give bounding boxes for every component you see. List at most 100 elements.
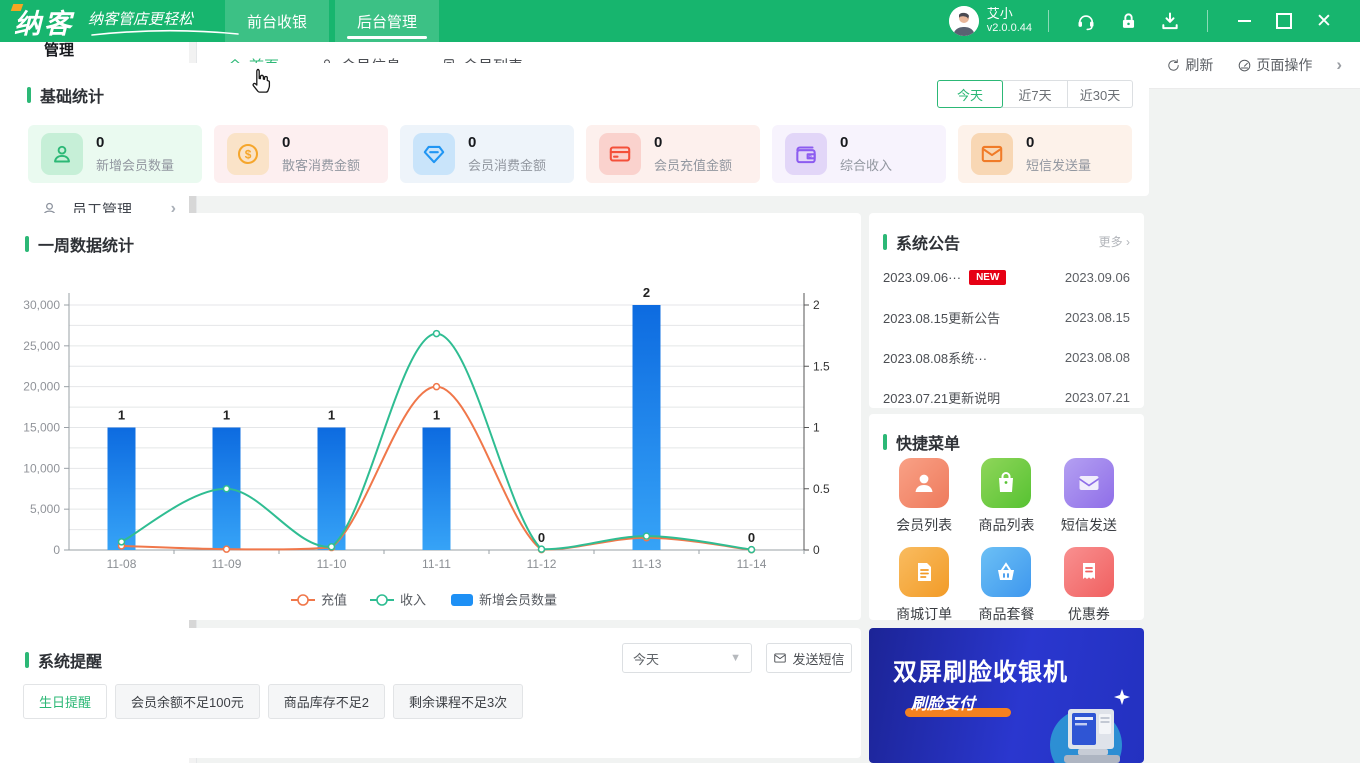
avatar-image [949, 6, 979, 36]
user-info: 艾小 v2.0.0.44 [987, 7, 1032, 35]
section-title-text: 基础统计 [40, 83, 104, 107]
svg-text:15,000: 15,000 [23, 421, 60, 435]
weekly-combo-chart[interactable]: 05,00010,00015,00020,00025,00030,00000.5… [21, 268, 851, 616]
notice-more-link[interactable]: 更多 › [1099, 233, 1130, 250]
close-button[interactable]: ✕ [1309, 6, 1339, 36]
tag-low-course[interactable]: 剩余课程不足3次 [393, 684, 523, 719]
coupon-icon [1064, 547, 1114, 597]
section-title-quick: 快捷菜单 [883, 430, 960, 454]
section-title-notice: 系统公告 [883, 230, 960, 254]
stat-value: 0 [282, 134, 360, 151]
svg-text:1: 1 [328, 408, 335, 423]
svg-text:11-13: 11-13 [632, 557, 662, 571]
dollar-coin-icon: $ [227, 133, 269, 175]
svg-text:1.5: 1.5 [813, 359, 830, 373]
quick-menu-grid: 会员列表 商品列表 短信发送 商城订单 商品套餐 优惠券 [883, 458, 1130, 624]
app-version: v2.0.0.44 [987, 22, 1032, 35]
section-title-text: 快捷菜单 [896, 430, 960, 454]
quick-label: 短信发送 [1061, 515, 1117, 535]
send-sms-label: 发送短信 [792, 649, 844, 668]
app-window: 纳客 纳客管店更轻松 前台收银 后台管理 艾小 v2.0.0.44 [0, 0, 1360, 763]
svg-text:0: 0 [53, 543, 60, 557]
range-30days-button[interactable]: 近30天 [1067, 80, 1133, 108]
nav-backend-admin[interactable]: 后台管理 [335, 0, 439, 42]
nav-front-cashier[interactable]: 前台收银 [225, 0, 329, 42]
quick-member-list[interactable]: 会员列表 [896, 458, 952, 535]
section-title-text: 一周数据统计 [38, 232, 134, 256]
shopping-bag-icon [981, 458, 1031, 508]
reminder-date-select[interactable]: 今天 ▼ [622, 643, 752, 673]
divider [1048, 10, 1049, 32]
notice-item[interactable]: 2023.09.06··· NEW 2023.09.06 [883, 257, 1130, 297]
send-sms-button[interactable]: 发送短信 [766, 643, 852, 673]
new-badge: NEW [969, 270, 1006, 285]
svg-text:11-11: 11-11 [422, 557, 451, 571]
quick-label: 商品套餐 [978, 604, 1034, 624]
page-ops-button[interactable]: 页面操作 [1237, 55, 1312, 75]
brand-logo: 纳客 [14, 2, 74, 41]
avatar[interactable] [949, 6, 979, 36]
stat-label: 短信发送量 [1026, 155, 1091, 174]
lock-icon[interactable] [1118, 11, 1138, 31]
tag-low-balance[interactable]: 会员余额不足100元 [115, 684, 260, 719]
svg-text:$: $ [245, 148, 252, 162]
notice-text: 2023.08.15更新公告 [883, 308, 1000, 327]
envelope-icon [971, 133, 1013, 175]
slogan-swoosh [90, 29, 240, 37]
notice-item[interactable]: 2023.08.15更新公告 2023.08.15 [883, 297, 1130, 337]
quick-mall-orders[interactable]: 商城订单 [896, 547, 952, 624]
maximize-button[interactable] [1269, 6, 1299, 36]
titlebar-right: 艾小 v2.0.0.44 ✕ [949, 6, 1360, 36]
svg-text:11-14: 11-14 [737, 557, 767, 571]
user-name: 艾小 [987, 7, 1032, 22]
ad-subtitle: 刷脸支付 [911, 690, 975, 714]
stat-sms-sent: 0短信发送量 [958, 125, 1132, 183]
envelope-icon [1064, 458, 1114, 508]
tag-birthday-reminder[interactable]: 生日提醒 [23, 684, 107, 719]
quick-goods-list[interactable]: 商品列表 [978, 458, 1034, 535]
quick-sms-send[interactable]: 短信发送 [1061, 458, 1117, 535]
customer-service-icon[interactable] [1076, 11, 1096, 31]
svg-text:1: 1 [118, 408, 125, 423]
brand-slogan: 纳客管店更轻松 [88, 8, 193, 29]
quick-label: 商城订单 [896, 604, 952, 624]
svg-text:收入: 收入 [400, 593, 426, 608]
stat-value: 0 [840, 134, 892, 151]
chevron-down-icon: ▼ [730, 652, 741, 664]
range-today-button[interactable]: 今天 [937, 80, 1003, 108]
system-notice-card: 系统公告 更多 › 2023.09.06··· NEW 2023.09.06 2… [869, 213, 1144, 408]
section-title-text: 系统公告 [896, 230, 960, 254]
quick-menu-card: 快捷菜单 会员列表 商品列表 短信发送 商城订单 商品套餐 [869, 414, 1144, 620]
range-7days-button[interactable]: 近7天 [1002, 80, 1068, 108]
download-icon[interactable] [1160, 11, 1180, 31]
stat-label: 散客消费金额 [282, 155, 360, 174]
refresh-button[interactable]: 刷新 [1166, 55, 1213, 75]
svg-text:11-12: 11-12 [527, 557, 557, 571]
svg-text:0.5: 0.5 [813, 482, 830, 496]
section-title-basic-stats: 基础统计 [27, 83, 104, 107]
svg-text:2: 2 [643, 285, 650, 300]
ad-banner[interactable]: 双屏刷脸收银机 刷脸支付 [869, 628, 1144, 763]
notice-item[interactable]: 2023.07.21更新说明 2023.07.21 [883, 377, 1130, 417]
notice-date: 2023.08.08 [1065, 350, 1130, 365]
tabbar-ops: 刷新 页面操作 › [1166, 55, 1342, 75]
svg-text:11-09: 11-09 [212, 557, 242, 571]
refresh-label: 刷新 [1185, 55, 1213, 75]
quick-goods-bundle[interactable]: 商品套餐 [978, 547, 1034, 624]
svg-text:新增会员数量: 新增会员数量 [479, 593, 557, 608]
envelope-icon [773, 651, 787, 665]
pos-machine-illustration [1034, 683, 1144, 763]
diamond-icon [413, 133, 455, 175]
tag-low-stock[interactable]: 商品库存不足2 [268, 684, 385, 719]
quick-coupons[interactable]: 优惠券 [1064, 547, 1114, 624]
notice-item[interactable]: 2023.08.08系统··· 2023.08.08 [883, 337, 1130, 377]
quick-label: 会员列表 [896, 515, 952, 535]
svg-text:25,000: 25,000 [23, 339, 60, 353]
chevron-right-icon[interactable]: › [1336, 55, 1342, 75]
divider [1207, 10, 1208, 32]
svg-text:充值: 充值 [321, 593, 347, 608]
basket-icon [981, 547, 1031, 597]
minimize-button[interactable] [1229, 6, 1259, 36]
wallet-icon [785, 133, 827, 175]
more-label: 更多 [1099, 235, 1123, 249]
